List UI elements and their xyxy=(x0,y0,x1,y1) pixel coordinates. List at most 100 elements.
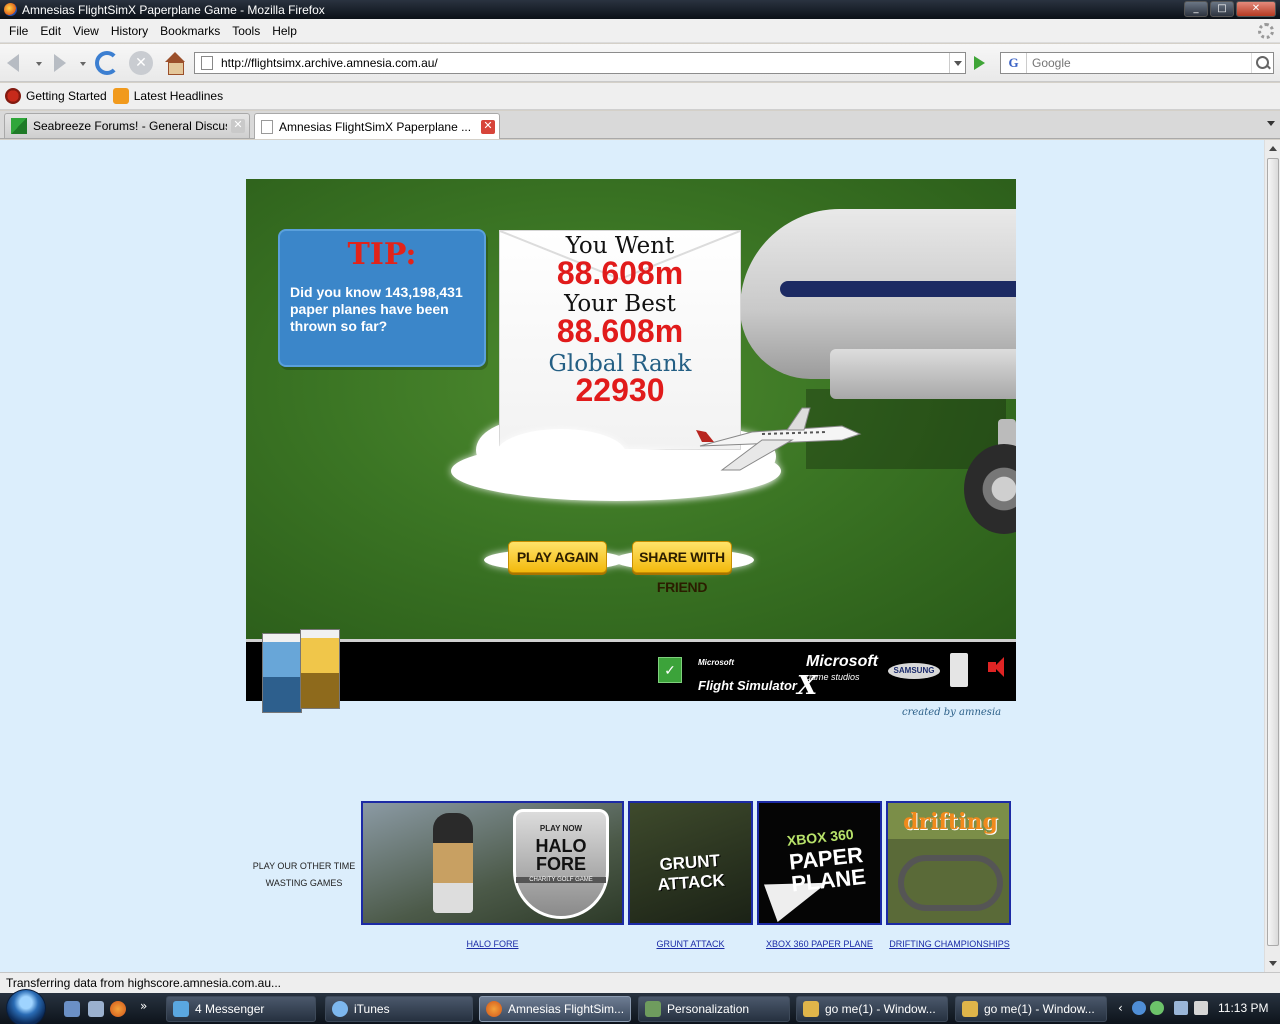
share-with-friend-button[interactable]: SHARE WITH FRIEND xyxy=(632,541,732,595)
url-input[interactable] xyxy=(221,56,949,70)
xbox-paper-plane-thumbnail[interactable]: XBOX 360 PAPER PLANE xyxy=(757,801,882,925)
home-icon[interactable] xyxy=(163,51,187,75)
messenger-tray-icon[interactable] xyxy=(1150,1001,1164,1015)
scroll-up-arrow-icon[interactable] xyxy=(1269,146,1277,151)
sound-toggle-icon[interactable] xyxy=(988,657,1004,677)
tip-text: Did you know 143,198,431 paper planes ha… xyxy=(290,284,463,334)
network-icon[interactable] xyxy=(1132,1001,1146,1015)
golfer-graphic xyxy=(433,813,473,913)
tab-seabreeze[interactable]: Seabreeze Forums! - General Discus... ✕ xyxy=(4,113,250,138)
menu-view[interactable]: View xyxy=(67,24,105,38)
go-arrow-icon[interactable] xyxy=(970,54,988,72)
reload-icon[interactable] xyxy=(95,51,119,75)
game-stage[interactable]: TIP: Did you know 143,198,431 paper plan… xyxy=(246,179,1016,639)
quicklaunch-more-icon[interactable]: » xyxy=(140,999,147,1013)
control-panel-icon xyxy=(645,1001,661,1017)
jet-wing xyxy=(830,349,1016,399)
tab-close-icon[interactable]: ✕ xyxy=(481,119,495,134)
drifting-title: drifting xyxy=(903,809,998,835)
created-by-credit[interactable]: created by amnesia xyxy=(902,707,1001,718)
grunt-attack-link[interactable]: GRUNT ATTACK xyxy=(628,939,753,949)
tab-label: Amnesias FlightSimX Paperplane ... xyxy=(279,119,472,134)
halo-fore-link[interactable]: HALO FORE xyxy=(440,939,545,949)
back-arrow-icon[interactable] xyxy=(5,51,29,75)
close-button[interactable]: ✕ xyxy=(1236,1,1276,17)
menu-edit[interactable]: Edit xyxy=(34,24,67,38)
other-games-label: PLAY OUR OTHER TIME WASTING GAMES xyxy=(252,861,356,888)
drifting-championships-link[interactable]: DRIFTING CHAMPIONSHIPS xyxy=(886,939,1013,949)
menu-history[interactable]: History xyxy=(105,24,154,38)
show-desktop-icon[interactable] xyxy=(64,1001,80,1017)
taskbar-firefox[interactable]: Amnesias FlightSim... xyxy=(479,996,631,1022)
scroll-down-arrow-icon[interactable] xyxy=(1269,961,1277,966)
activity-throbber-icon xyxy=(1258,23,1274,39)
tab-amnesias[interactable]: Amnesias FlightSimX Paperplane ... ✕ xyxy=(254,113,500,139)
window-titlebar: Amnesias FlightSimX Paperplane Game - Mo… xyxy=(0,0,1280,19)
stop-icon[interactable]: ✕ xyxy=(129,51,153,75)
forward-history-dropdown-icon[interactable] xyxy=(80,62,86,66)
product-boxes-graphic xyxy=(262,629,352,739)
bookmark-label: Getting Started xyxy=(26,89,107,103)
taskbar-personalization[interactable]: Personalization xyxy=(638,996,790,1022)
scrollbar-thumb[interactable] xyxy=(1267,158,1279,946)
play-again-button[interactable]: PLAY AGAIN xyxy=(508,541,607,573)
taskbar-item-label: go me(1) - Window... xyxy=(984,1002,1095,1016)
tab-list-dropdown-icon[interactable] xyxy=(1267,121,1275,126)
cloud xyxy=(496,429,626,479)
menu-tools[interactable]: Tools xyxy=(226,24,266,38)
drifting-thumbnail[interactable]: drifting xyxy=(886,801,1011,925)
forward-arrow-icon[interactable] xyxy=(48,51,72,75)
menu-help[interactable]: Help xyxy=(266,24,303,38)
taskbar-messenger[interactable]: 4 Messenger xyxy=(166,996,316,1022)
product-box xyxy=(300,629,340,709)
google-engine-icon[interactable]: G xyxy=(1001,53,1027,73)
bookmark-latest-headlines[interactable]: Latest Headlines xyxy=(112,88,223,104)
halo-fore-thumbnail[interactable]: PLAY NOW HALO FORE CHARITY GOLF GAME xyxy=(361,801,624,925)
taskbar-go-me-2[interactable]: go me(1) - Window... xyxy=(955,996,1107,1022)
samsung-logo[interactable]: SAMSUNG xyxy=(888,663,940,679)
back-history-dropdown-icon[interactable] xyxy=(36,62,42,66)
grunt-attack-thumbnail[interactable]: GRUNT ATTACK xyxy=(628,801,753,925)
tray-expand-icon[interactable]: ‹ xyxy=(1118,1001,1123,1015)
menu-file[interactable]: File xyxy=(3,24,34,38)
monitor-icon[interactable] xyxy=(1174,1001,1188,1015)
fsx-logo-prefix: Microsoft xyxy=(698,658,734,667)
race-track-graphic xyxy=(898,855,1003,911)
tab-close-icon[interactable]: ✕ xyxy=(231,119,245,133)
taskbar-item-label: go me(1) - Window... xyxy=(825,1002,936,1016)
switch-windows-icon[interactable] xyxy=(88,1001,104,1017)
rating-badge-icon: ✓ xyxy=(658,657,682,683)
search-magnifier-icon[interactable] xyxy=(1251,53,1273,73)
start-button[interactable] xyxy=(6,989,46,1024)
taskbar-item-label: Personalization xyxy=(667,1002,750,1016)
tab-label: Seabreeze Forums! - General Discus... xyxy=(33,119,227,133)
taskbar-go-me-1[interactable]: go me(1) - Window... xyxy=(796,996,948,1022)
minimize-button[interactable]: _ xyxy=(1184,1,1208,17)
jet-stripe xyxy=(780,281,1016,297)
intel-logo[interactable] xyxy=(950,653,968,687)
firefox-quicklaunch-icon[interactable] xyxy=(110,1001,126,1017)
maximize-button[interactable]: □ xyxy=(1210,1,1234,17)
your-best-value: 88.608m xyxy=(556,313,684,349)
search-bar: G xyxy=(1000,52,1274,74)
bookmarks-toolbar: Getting Started Latest Headlines xyxy=(0,83,1280,110)
url-history-dropdown-icon[interactable] xyxy=(949,53,965,73)
menu-bookmarks[interactable]: Bookmarks xyxy=(154,24,226,38)
page-icon xyxy=(201,56,213,70)
vertical-scrollbar[interactable] xyxy=(1264,140,1280,972)
halo-title: HALO FORE xyxy=(535,836,587,874)
halo-fore-shield: PLAY NOW HALO FORE CHARITY GOLF GAME xyxy=(513,809,609,919)
taskbar-itunes[interactable]: iTunes xyxy=(325,996,473,1022)
flight-simulator-x-logo[interactable]: Microsoft Flight SimulatorX xyxy=(698,658,817,702)
menu-bar: File Edit View History Bookmarks Tools H… xyxy=(0,19,1280,43)
status-bar: Transferring data from highscore.amnesia… xyxy=(0,972,1280,993)
xbox-paper-plane-link[interactable]: XBOX 360 PAPER PLANE xyxy=(757,939,882,949)
volume-icon[interactable] xyxy=(1194,1001,1208,1015)
itunes-icon xyxy=(332,1001,348,1017)
bookmark-getting-started[interactable]: Getting Started xyxy=(5,88,107,104)
taskbar-clock[interactable]: 11:13 PM xyxy=(1218,1001,1268,1015)
messenger-icon xyxy=(173,1001,189,1017)
you-went-value: 88.608m xyxy=(556,255,684,291)
search-input[interactable] xyxy=(1027,56,1251,70)
microsoft-game-studios-logo[interactable]: Microsoft game studios xyxy=(806,654,878,684)
